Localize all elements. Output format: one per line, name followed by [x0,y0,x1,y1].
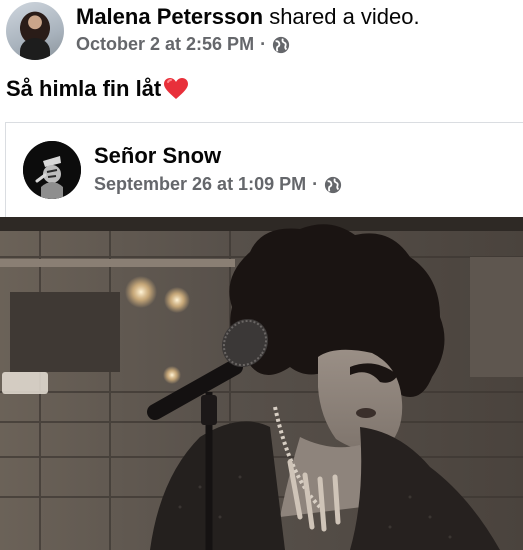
globe-icon[interactable] [272,36,290,54]
globe-icon[interactable] [324,176,342,194]
shared-video-card[interactable] [5,122,523,218]
author-name[interactable]: Malena Petersson [76,4,263,29]
post-timestamp[interactable]: October 2 at 2:56 PM [76,34,254,55]
post-meta: October 2 at 2:56 PM · [76,34,290,55]
post-text: Så himla fin låt [6,76,162,101]
author-avatar[interactable] [6,2,64,60]
meta-separator: · [260,34,267,54]
red-heart-icon [164,78,189,99]
video-frame [0,217,523,550]
shared-timestamp[interactable]: September 26 at 1:09 PM [94,174,306,195]
post-action-text: shared a video. [263,4,420,29]
video-player[interactable] [0,217,523,550]
post-author-line: Malena Petersson shared a video. [76,4,420,30]
snowman-logo-icon [23,141,81,199]
post-message: Så himla fin låt [6,76,189,102]
shared-page-name[interactable]: Señor Snow [94,143,221,169]
shared-meta: September 26 at 1:09 PM · [94,174,342,195]
meta-separator: · [312,174,319,194]
page-avatar[interactable] [23,141,81,199]
